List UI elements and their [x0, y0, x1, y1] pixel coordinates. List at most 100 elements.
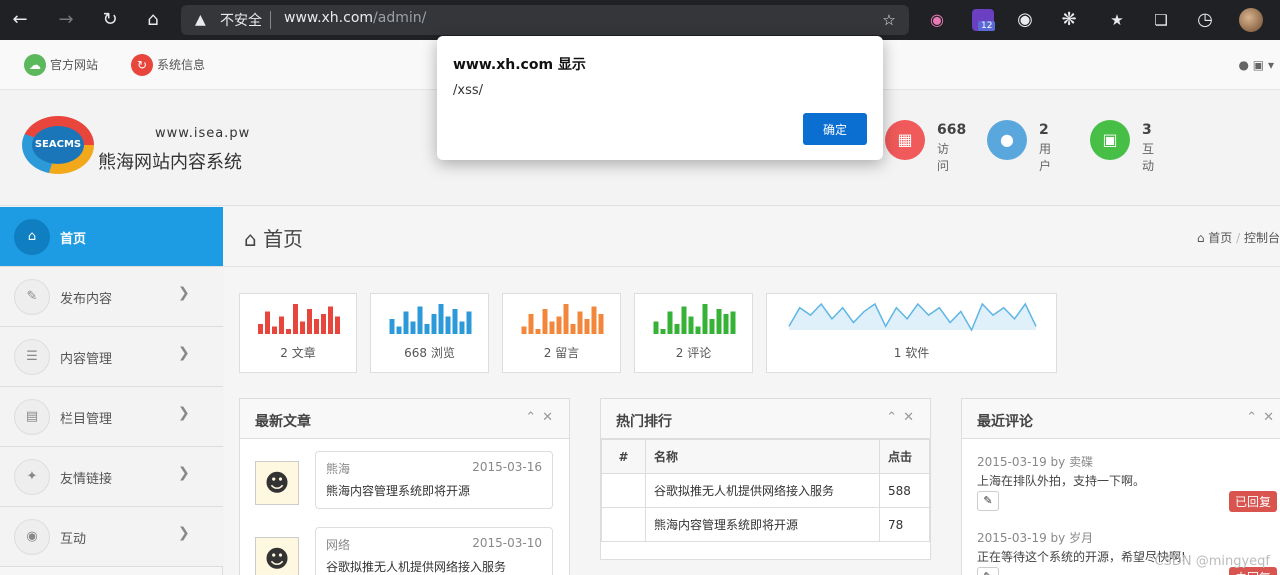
watermark: CSDN @mingyeqf [1154, 554, 1270, 569]
panel-title: 最新文章 [255, 414, 311, 430]
pencil-icon: ✎ [14, 279, 50, 315]
spark-area [789, 304, 1036, 330]
spark-bar [403, 311, 409, 334]
main-content: ⌂ 首页 ⌂ 首页 / 控制台 2 文章 668 浏览 2 留言 2 评论 1 … [224, 207, 1280, 575]
spark-bar [307, 309, 312, 334]
close-icon[interactable]: ✕ [542, 410, 559, 425]
row-name[interactable]: 熊海内容管理系统即将开源 [645, 507, 880, 542]
breadcrumb: ⌂ 首页 / 控制台 [1197, 229, 1280, 246]
panel-title: 热门排行 [616, 414, 672, 430]
spark-bar [258, 324, 263, 334]
spark-bar [396, 326, 402, 334]
sidebar-item-label: 内容管理 [60, 352, 113, 367]
system-info-link[interactable]: ↻ 系统信息 [131, 54, 205, 76]
sidebar-item-content[interactable]: ☰ 内容管理 ❯ [0, 327, 223, 387]
puzzle-icon[interactable]: ❋ [1057, 8, 1081, 32]
tile-label: 2 评论 [675, 346, 712, 360]
user-icon: ● [1238, 58, 1249, 72]
refresh-icon: ↻ [131, 54, 153, 76]
sidebar-item-label: 互动 [60, 532, 87, 547]
spark-bar [695, 326, 701, 334]
record-icon[interactable]: ◉ [1013, 8, 1037, 32]
collections-icon[interactable]: ❏ [1149, 8, 1173, 32]
panel-title: 最近评论 [977, 414, 1033, 430]
tile-messages[interactable]: 2 留言 [502, 293, 621, 373]
article-bubble: 网络 2015-03-10 谷歌拟推无人机提供网络接入服务 [315, 527, 553, 575]
article-title[interactable]: 谷歌拟推无人机提供网络接入服务 [326, 558, 506, 575]
reload-icon[interactable]: ↻ [98, 8, 122, 32]
spark-bar [688, 316, 694, 334]
tile-label: 1 软件 [893, 346, 930, 360]
col-name: 名称 [645, 439, 880, 474]
panel-header: 最近评论 ⌃✕ [962, 399, 1280, 439]
cloud-icon: ☁ [24, 54, 46, 76]
sidebar-item-publish[interactable]: ✎ 发布内容 ❯ [0, 267, 223, 327]
logo[interactable]: SEACMS [22, 116, 94, 174]
chevron-up-icon[interactable]: ⌃ [886, 410, 903, 425]
spark-bar [424, 324, 430, 334]
stat-number: 2 [1039, 122, 1049, 138]
tile-articles[interactable]: 2 文章 [239, 293, 357, 373]
table-row[interactable]: 熊海内容管理系统即将开源 78 [601, 507, 930, 542]
history-icon[interactable]: ◷ [1193, 8, 1217, 32]
spark-bar [335, 316, 340, 334]
chevron-up-icon[interactable]: ⌃ [1246, 410, 1263, 425]
home-icon[interactable]: ⌂ [141, 8, 165, 32]
insecure-label: 不安全 [220, 13, 262, 29]
home-icon: ⌂ [244, 227, 257, 251]
favorites-icon[interactable]: ★ [1105, 8, 1129, 32]
ok-button[interactable]: 确定 [803, 113, 867, 145]
panel-header: 最新文章 ⌃✕ [240, 399, 569, 439]
article-bubble: 熊海 2015-03-16 熊海内容管理系统即将开源 [315, 451, 553, 509]
spark-bar [521, 326, 527, 334]
stat-label: 互动 [1142, 142, 1155, 173]
tile-software[interactable]: 1 软件 [766, 293, 1057, 373]
page-title-text: 首页 [263, 227, 304, 251]
list-item[interactable]: ☻ 熊海 2015-03-16 熊海内容管理系统即将开源 [255, 451, 555, 511]
sidebar-item-home[interactable]: ⌂ 首页 [0, 207, 223, 267]
address-separator [270, 11, 271, 29]
back-icon[interactable]: ← [8, 8, 32, 32]
reply-status-badge[interactable]: 已回复 [1229, 491, 1277, 512]
row-num [601, 507, 646, 542]
chevron-up-icon[interactable]: ⌃ [525, 410, 542, 425]
spark-bar [681, 306, 687, 334]
spark-bar [265, 311, 270, 334]
spark-bar [528, 314, 534, 334]
user-menu[interactable]: ● ▣ ▾ [1238, 58, 1274, 72]
tile-views[interactable]: 668 浏览 [370, 293, 489, 373]
close-icon[interactable]: ✕ [1263, 410, 1280, 425]
tile-comments[interactable]: 2 评论 [634, 293, 753, 373]
row-name[interactable]: 谷歌拟推无人机提供网络接入服务 [645, 473, 880, 508]
table-row[interactable]: 谷歌拟推无人机提供网络接入服务 588 [601, 473, 930, 508]
close-icon[interactable]: ✕ [903, 410, 920, 425]
article-title[interactable]: 熊海内容管理系统即将开源 [326, 482, 470, 499]
dialog-title: www.xh.com 显示 [453, 57, 586, 73]
edit-button[interactable]: ✎ [977, 491, 999, 511]
list-icon: ☰ [14, 339, 50, 375]
article-author: 熊海 [326, 462, 351, 476]
edit-button[interactable]: ✎ [977, 567, 999, 575]
spark-bar [410, 321, 416, 334]
forward-icon[interactable]: → [54, 8, 78, 32]
sidebar-item-label: 友情链接 [60, 472, 113, 487]
spark-bar [570, 324, 576, 334]
sidebar-item-columns[interactable]: ▤ 栏目管理 ❯ [0, 387, 223, 447]
chevron-right-icon: ❯ [178, 525, 190, 541]
logo-title: 熊海网站内容系统 [98, 152, 242, 173]
address-url[interactable]: www.xh.com/admin/ [284, 10, 426, 26]
spark-bar [598, 314, 604, 334]
breadcrumb-home[interactable]: 首页 [1208, 231, 1232, 245]
profile-avatar[interactable] [1239, 8, 1263, 32]
panel-header: 热门排行 ⌃✕ [601, 399, 930, 439]
official-site-link[interactable]: ☁ 官方网站 [24, 54, 98, 76]
sidebar-item-interaction[interactable]: ◉ 互动 ❯ [0, 507, 223, 567]
sidebar-item-label: 首页 [60, 232, 87, 247]
sidebar-item-links[interactable]: ✦ 友情链接 ❯ [0, 447, 223, 507]
star-icon[interactable]: ☆ [877, 8, 901, 32]
extension-cat-icon[interactable]: ◉ [926, 9, 948, 31]
list-item[interactable]: ☻ 网络 2015-03-10 谷歌拟推无人机提供网络接入服务 [255, 527, 555, 575]
panel-hot-ranking: 热门排行 ⌃✕ # 名称 点击 谷歌拟推无人机提供网络接入服务 588 熊海内容… [600, 398, 931, 560]
spark-bar [293, 304, 298, 334]
spark-bar [577, 311, 583, 334]
